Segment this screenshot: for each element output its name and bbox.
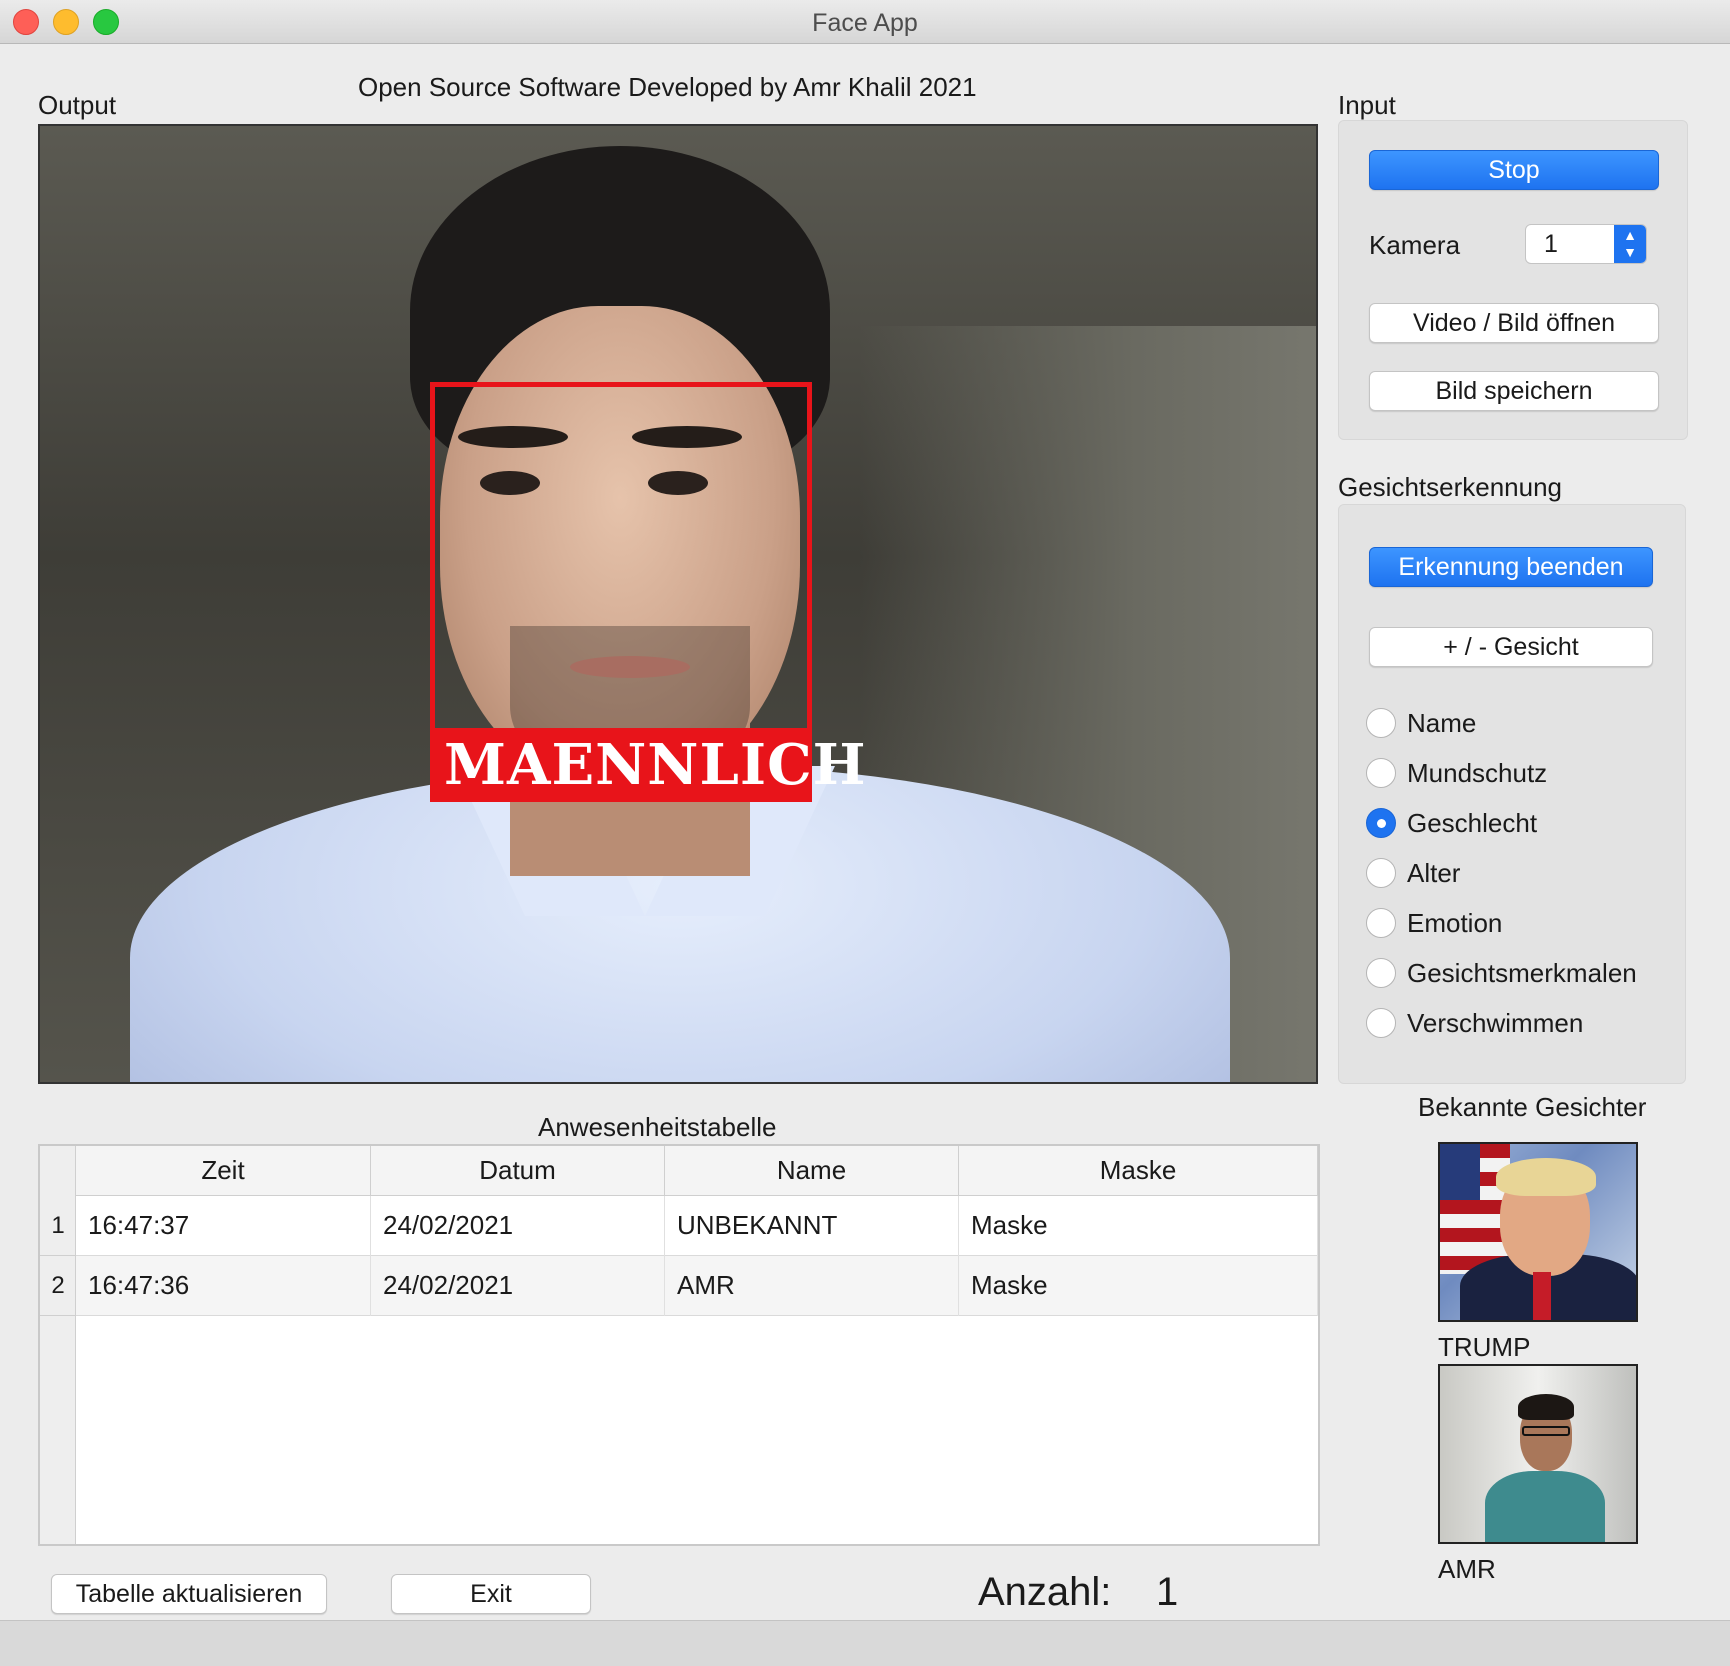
column-header-maske[interactable]: Maske (959, 1146, 1318, 1196)
known-faces-label: Bekannte Gesichter (1418, 1092, 1647, 1122)
body-graphic (1485, 1471, 1605, 1542)
row-number[interactable]: 2 (40, 1256, 76, 1316)
radio-gesichtsmerkmalen[interactable]: Gesichtsmerkmalen (1366, 956, 1686, 992)
cell-name[interactable]: UNBEKANNT (665, 1196, 959, 1256)
attendance-table-title: Anwesenheitstabelle (538, 1112, 777, 1142)
cell-maske[interactable]: Maske (959, 1196, 1318, 1256)
cell-maske[interactable]: Maske (959, 1256, 1318, 1316)
radio-label: Alter (1407, 858, 1461, 888)
radio-label: Name (1407, 708, 1477, 738)
title-bar: Face App (0, 0, 1730, 44)
radio-label: Mundschutz (1407, 758, 1548, 788)
known-face-image-trump[interactable] (1438, 1142, 1638, 1322)
radio-geschlecht[interactable]: Geschlecht (1366, 806, 1686, 842)
cell-zeit[interactable]: 16:47:36 (76, 1256, 371, 1316)
detection-label: MAENNLICH (430, 728, 866, 802)
radio-circle[interactable] (1366, 708, 1396, 738)
column-header-name[interactable]: Name (665, 1146, 959, 1196)
window-title: Face App (812, 9, 918, 37)
face-recognition-label: Gesichtserkennung (1338, 472, 1563, 502)
input-label: Input (1338, 90, 1396, 120)
cell-datum[interactable]: 24/02/2021 (371, 1196, 665, 1256)
radio-circle-selected[interactable] (1366, 808, 1396, 838)
camera-label: Kamera (1369, 230, 1461, 260)
status-bar (0, 1620, 1730, 1666)
radio-circle[interactable] (1366, 908, 1396, 938)
credit-text: Open Source Software Developed by Amr Kh… (358, 72, 977, 102)
radio-circle[interactable] (1366, 1008, 1396, 1038)
column-header-zeit[interactable]: Zeit (76, 1146, 371, 1196)
radio-name[interactable]: Name (1366, 706, 1686, 742)
known-face-name: TRUMP (1438, 1332, 1531, 1362)
refresh-table-button[interactable]: Tabelle aktualisieren (51, 1574, 327, 1614)
save-image-button[interactable]: Bild speichern (1369, 371, 1659, 411)
tie-graphic (1533, 1272, 1551, 1320)
radio-circle[interactable] (1366, 958, 1396, 988)
stop-button[interactable]: Stop (1369, 150, 1659, 190)
output-label: Output (38, 90, 117, 120)
cell-name[interactable]: AMR (665, 1256, 959, 1316)
camera-value: 1 (1544, 230, 1558, 258)
column-header-datum[interactable]: Datum (371, 1146, 665, 1196)
radio-alter[interactable]: Alter (1366, 856, 1686, 892)
radio-mundschutz[interactable]: Mundschutz (1366, 756, 1686, 792)
cell-datum[interactable]: 24/02/2021 (371, 1256, 665, 1316)
count-value: 1 (1156, 1570, 1179, 1614)
spinbox-arrows-icon[interactable]: ▲ ▼ (1614, 225, 1646, 263)
radio-circle[interactable] (1366, 758, 1396, 788)
table-row[interactable]: 16:47:36 24/02/2021 AMR Maske (76, 1256, 1318, 1316)
add-remove-face-button[interactable]: + / - Gesicht (1369, 627, 1653, 667)
attendance-table[interactable]: Zeit Datum Name Maske 1 16:47:37 24/02/2… (38, 1144, 1320, 1546)
known-face-name: AMR (1438, 1554, 1496, 1584)
video-output: MAENNLICH (38, 124, 1318, 1084)
count-label: Anzahl: (978, 1570, 1112, 1614)
cell-zeit[interactable]: 16:47:37 (76, 1196, 371, 1256)
radio-label: Gesichtsmerkmalen (1407, 958, 1637, 988)
glasses-graphic (1522, 1426, 1570, 1436)
radio-circle[interactable] (1366, 858, 1396, 888)
hair-graphic (1496, 1158, 1596, 1196)
radio-label: Geschlecht (1407, 808, 1538, 838)
radio-label: Emotion (1407, 908, 1503, 938)
open-video-image-button[interactable]: Video / Bild öffnen (1369, 303, 1659, 343)
hair-graphic (1518, 1394, 1574, 1420)
radio-verschwimmen[interactable]: Verschwimmen (1366, 1006, 1686, 1042)
table-row[interactable]: 16:47:37 24/02/2021 UNBEKANNT Maske (76, 1196, 1318, 1256)
row-number[interactable]: 1 (40, 1196, 76, 1256)
recognition-panel (1338, 504, 1686, 1084)
end-recognition-button[interactable]: Erkennung beenden (1369, 547, 1653, 587)
camera-spinbox[interactable]: 1 ▲ ▼ (1525, 224, 1647, 264)
known-face-image-amr[interactable] (1438, 1364, 1638, 1544)
exit-button[interactable]: Exit (391, 1574, 591, 1614)
radio-label: Verschwimmen (1407, 1008, 1584, 1038)
radio-emotion[interactable]: Emotion (1366, 906, 1686, 942)
